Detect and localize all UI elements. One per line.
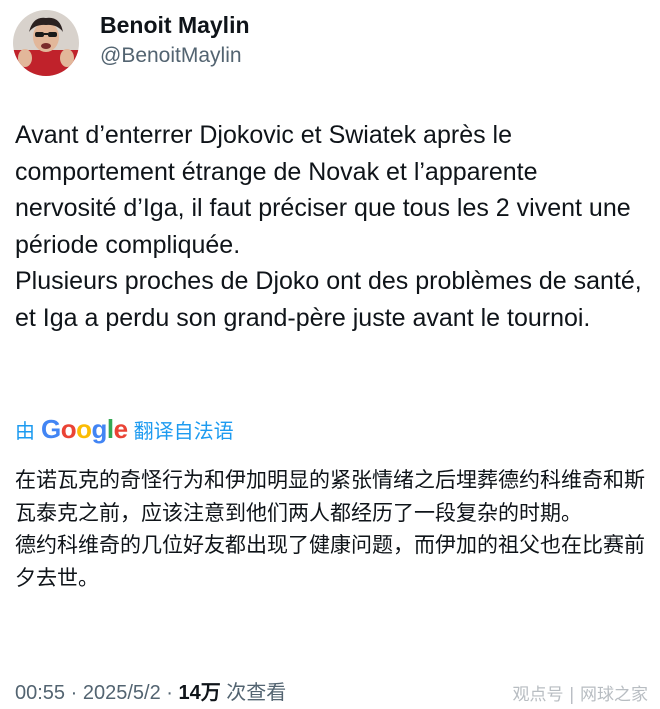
profile-photo-icon [13, 10, 79, 76]
watermark: 观点号 | 网球之家 [512, 685, 648, 705]
translation-paragraph: 在诺瓦克的奇怪行为和伊加明显的紧张情绪之后埋葬德约科维奇和斯瓦泰克之前，应该注意… [15, 468, 645, 525]
translation-paragraph: 德约科维奇的几位好友都出现了健康问题，而伊加的祖父也在比赛前夕去世。 [15, 533, 645, 590]
tweet-date[interactable]: 2025/5/2 [83, 682, 161, 704]
translated-by-label: 由 [15, 419, 35, 443]
tweet-text: Avant d’enterrer Djokovic et Swiatek apr… [15, 117, 645, 336]
translated-text: 在诺瓦克的奇怪行为和伊加明显的紧张情绪之后埋葬德约科维奇和斯瓦泰克之前，应该注意… [15, 464, 655, 594]
google-logo-icon: Google [41, 414, 128, 444]
views-count: 14万 [178, 682, 221, 704]
tweet-meta: 00:55 · 2025/5/2 · 14万 次查看 [15, 676, 286, 705]
author-display-name[interactable]: Benoit Maylin [100, 12, 250, 39]
tweet-screenshot: Benoit Maylin @BenoitMaylin Avant d’ente… [0, 0, 660, 709]
tweet-time[interactable]: 00:55 [15, 682, 65, 704]
meta-separator: · [65, 682, 83, 704]
author-handle[interactable]: @BenoitMaylin [100, 44, 242, 68]
translated-from-label: 翻译自法语 [133, 419, 234, 443]
translated-by-google-link[interactable]: 由 Google 翻译自法语 [15, 414, 234, 445]
avatar[interactable] [13, 10, 79, 76]
tweet-paragraph: Avant d’enterrer Djokovic et Swiatek apr… [15, 121, 631, 259]
meta-separator: · [160, 682, 179, 704]
tweet-paragraph: Plusieurs proches de Djoko ont des probl… [15, 267, 642, 332]
views-label: 次查看 [220, 682, 287, 704]
